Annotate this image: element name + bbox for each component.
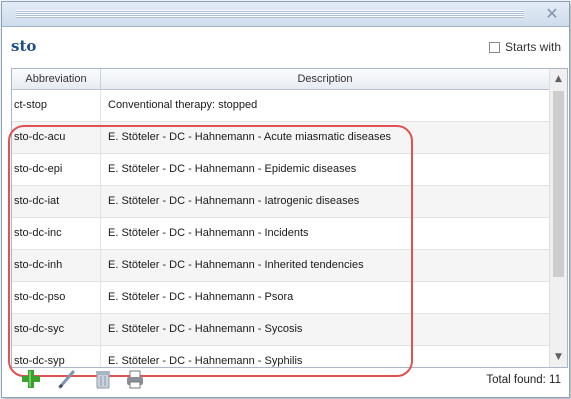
drag-grip[interactable] xyxy=(16,10,524,18)
search-header: sto Starts with xyxy=(2,27,569,65)
column-divider xyxy=(100,282,101,313)
description-cell: E. Stöteler - DC - Hahnemann - Inherited… xyxy=(108,259,364,271)
dictionary-window: ✕ sto Starts with Abbreviation Descripti… xyxy=(1,1,570,398)
column-divider xyxy=(100,90,101,121)
table-body: ct-stop Conventional therapy: stopped sto… xyxy=(12,90,549,367)
description-cell: E. Stöteler - DC - Hahnemann - Epidemic … xyxy=(108,163,357,175)
abbreviation-cell: sto-dc-epi xyxy=(14,163,63,175)
abbreviation-cell: sto-dc-pso xyxy=(14,291,66,303)
scrollbar-thumb[interactable] xyxy=(553,91,564,277)
abbreviation-cell: ct-stop xyxy=(14,99,48,111)
column-divider xyxy=(100,154,101,185)
table-row[interactable]: sto-dc-iat E. Stöteler - DC - Hahnemann -… xyxy=(12,186,549,218)
abbreviation-table: Abbreviation Description ct-stop Conventi… xyxy=(11,68,568,368)
scroll-up-icon[interactable]: ▲ xyxy=(550,71,567,87)
description-cell: E. Stöteler - DC - Hahnemann - Acute mia… xyxy=(108,131,392,143)
table-header: Abbreviation Description xyxy=(12,69,549,90)
table-row[interactable]: sto-dc-syp E. Stöteler - DC - Hahnemann -… xyxy=(12,346,549,367)
abbreviation-cell: sto-dc-syc xyxy=(14,323,65,335)
abbreviation-cell: sto-dc-inc xyxy=(14,227,62,239)
description-cell: E. Stöteler - DC - Hahnemann - Iatrogeni… xyxy=(108,195,360,207)
starts-with-label: Starts with xyxy=(504,40,561,54)
table-row[interactable]: sto-dc-acu E. Stöteler - DC - Hahnemann -… xyxy=(12,122,549,154)
column-divider xyxy=(100,218,101,249)
table-row[interactable]: sto-dc-epi E. Stöteler - DC - Hahnemann -… xyxy=(12,154,549,186)
table-row[interactable]: ct-stop Conventional therapy: stopped xyxy=(12,90,549,122)
delete-icon[interactable] xyxy=(92,368,114,390)
description-cell: Conventional therapy: stopped xyxy=(108,99,258,111)
table-row[interactable]: sto-dc-syc E. Stöteler - DC - Hahnemann -… xyxy=(12,314,549,346)
abbreviation-cell: sto-dc-iat xyxy=(14,195,60,207)
column-divider xyxy=(100,122,101,153)
close-icon[interactable]: ✕ xyxy=(543,5,561,23)
table-row[interactable]: sto-dc-inh E. Stöteler - DC - Hahnemann -… xyxy=(12,250,549,282)
scroll-down-icon[interactable]: ▼ xyxy=(550,349,567,365)
column-divider xyxy=(100,314,101,345)
abbreviation-cell: sto-dc-syp xyxy=(14,355,65,367)
add-icon[interactable] xyxy=(20,368,42,390)
column-header-abbreviation[interactable]: Abbreviation xyxy=(12,69,101,89)
edit-icon[interactable] xyxy=(56,368,78,390)
column-divider xyxy=(100,346,101,367)
vertical-scrollbar[interactable]: ▲ ▼ xyxy=(549,69,567,367)
table-row[interactable]: sto-dc-pso E. Stöteler - DC - Hahnemann -… xyxy=(12,282,549,314)
abbreviation-cell: sto-dc-acu xyxy=(14,131,66,143)
column-divider xyxy=(100,186,101,217)
starts-with-checkbox[interactable] xyxy=(488,41,500,53)
description-cell: E. Stöteler - DC - Hahnemann - Syphilis xyxy=(108,355,303,367)
search-query: sto xyxy=(11,37,37,55)
total-found: Total found: 11 xyxy=(486,374,561,386)
abbreviation-cell: sto-dc-inh xyxy=(14,259,63,271)
column-header-description[interactable]: Description xyxy=(101,69,549,89)
description-cell: E. Stöteler - DC - Hahnemann - Incidents xyxy=(108,227,309,239)
title-bar[interactable]: ✕ xyxy=(2,2,569,27)
description-cell: E. Stöteler - DC - Hahnemann - Psora xyxy=(108,291,294,303)
description-cell: E. Stöteler - DC - Hahnemann - Sycosis xyxy=(108,323,303,335)
starts-with-option[interactable]: Starts with xyxy=(488,39,561,55)
table-row[interactable]: sto-dc-inc E. Stöteler - DC - Hahnemann -… xyxy=(12,218,549,250)
print-icon[interactable] xyxy=(124,368,146,390)
column-divider xyxy=(100,250,101,281)
